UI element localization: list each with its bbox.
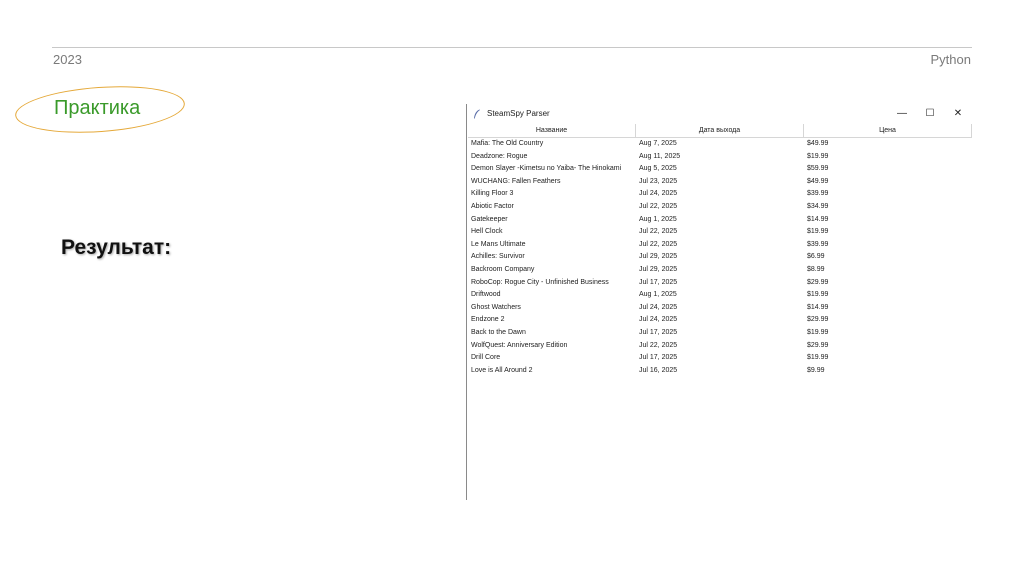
game-name-cell: Endzone 2 bbox=[471, 316, 505, 324]
window-titlebar[interactable]: SteamSpy Parser — ☐ ✕ bbox=[467, 104, 972, 123]
release-date-cell: Jul 22, 2025 bbox=[639, 341, 678, 349]
release-date-cell: Aug 1, 2025 bbox=[639, 291, 677, 299]
table-row[interactable]: Achilles: Survivor Jul 29, 2025 $6.99 bbox=[468, 251, 972, 264]
table-body: Mafia: The Old Country Aug 7, 2025 $49.99 D… bbox=[468, 138, 972, 377]
feather-icon bbox=[474, 109, 480, 118]
slide-topic: Python bbox=[930, 52, 971, 67]
table-row[interactable]: Endzone 2 Jul 24, 2025 $29.99 bbox=[468, 314, 972, 327]
price-cell: $8.99 bbox=[807, 265, 825, 273]
price-cell: $14.99 bbox=[807, 215, 829, 223]
game-name-cell: Drill Core bbox=[471, 354, 501, 362]
release-date-cell: Jul 29, 2025 bbox=[639, 253, 678, 261]
release-date-cell: Aug 1, 2025 bbox=[639, 215, 677, 223]
table-row[interactable]: Back to the Dawn Jul 17, 2025 $19.99 bbox=[468, 327, 972, 340]
release-date-cell: Jul 29, 2025 bbox=[639, 265, 678, 273]
game-name-cell: WolfQuest: Anniversary Edition bbox=[471, 341, 568, 349]
table-row[interactable]: Deadzone: Rogue Aug 11, 2025 $19.99 bbox=[468, 151, 972, 164]
game-name-cell: RoboCop: Rogue City - Unfinished Busines… bbox=[471, 278, 609, 286]
table-row[interactable]: Killing Floor 3 Jul 24, 2025 $39.99 bbox=[468, 188, 972, 201]
price-cell: $29.99 bbox=[807, 341, 829, 349]
price-cell: $39.99 bbox=[807, 240, 829, 248]
price-cell: $29.99 bbox=[807, 316, 829, 324]
price-cell: $19.99 bbox=[807, 354, 829, 362]
price-cell: $49.99 bbox=[807, 177, 829, 185]
game-name-cell: Demon Slayer -Kimetsu no Yaiba- The Hino… bbox=[471, 165, 622, 173]
table-row[interactable]: Gatekeeper Aug 1, 2025 $14.99 bbox=[468, 214, 972, 227]
result-heading: Результат: bbox=[61, 236, 172, 259]
game-name-cell: Achilles: Survivor bbox=[471, 253, 525, 261]
table-row[interactable]: Demon Slayer -Kimetsu no Yaiba- The Hino… bbox=[468, 163, 972, 176]
table-row[interactable]: WolfQuest: Anniversary Edition Jul 22, 20… bbox=[468, 340, 972, 353]
game-name-cell: Backroom Company bbox=[471, 265, 535, 273]
table-row[interactable]: Le Mans Ultimate Jul 22, 2025 $39.99 bbox=[468, 239, 972, 252]
release-date-cell: Jul 16, 2025 bbox=[639, 366, 678, 374]
price-cell: $14.99 bbox=[807, 303, 829, 311]
column-header-price[interactable]: Цена bbox=[804, 124, 972, 137]
price-cell: $49.99 bbox=[807, 140, 829, 147]
game-name-cell: Driftwood bbox=[471, 291, 501, 299]
release-date-cell: Aug 7, 2025 bbox=[639, 140, 677, 147]
release-date-cell: Jul 17, 2025 bbox=[639, 328, 678, 336]
table-row[interactable]: Drill Core Jul 17, 2025 $19.99 bbox=[468, 352, 972, 365]
game-name-cell: Le Mans Ultimate bbox=[471, 240, 526, 248]
header-divider bbox=[52, 47, 972, 48]
release-date-cell: Aug 11, 2025 bbox=[639, 152, 681, 160]
release-date-cell: Jul 24, 2025 bbox=[639, 316, 678, 324]
table-row[interactable]: Abiotic Factor Jul 22, 2025 $34.99 bbox=[468, 201, 972, 214]
table-row[interactable]: Driftwood Aug 1, 2025 $19.99 bbox=[468, 289, 972, 302]
app-window: SteamSpy Parser — ☐ ✕ Название Дата выхо… bbox=[466, 104, 972, 500]
price-cell: $9.99 bbox=[807, 366, 825, 374]
table-row[interactable]: Backroom Company Jul 29, 2025 $8.99 bbox=[468, 264, 972, 277]
release-date-cell: Jul 17, 2025 bbox=[639, 354, 678, 362]
table-row[interactable]: Hell Clock Jul 22, 2025 $19.99 bbox=[468, 226, 972, 239]
price-cell: $59.99 bbox=[807, 165, 829, 173]
release-date-cell: Jul 24, 2025 bbox=[639, 190, 678, 198]
game-name-cell: Abiotic Factor bbox=[471, 202, 514, 210]
practice-heading: Практика bbox=[54, 97, 141, 119]
maximize-button[interactable]: ☐ bbox=[916, 104, 944, 123]
games-table[interactable]: Название Дата выхода Цена Mafia: The Old… bbox=[468, 124, 972, 500]
price-cell: $6.99 bbox=[807, 253, 825, 261]
price-cell: $29.99 bbox=[807, 278, 829, 286]
game-name-cell: Ghost Watchers bbox=[471, 303, 521, 311]
release-date-cell: Jul 22, 2025 bbox=[639, 202, 678, 210]
game-name-cell: Love is All Around 2 bbox=[471, 366, 533, 374]
table-row[interactable]: WUCHANG: Fallen Feathers Jul 23, 2025 $49.… bbox=[468, 176, 972, 189]
release-date-cell: Aug 5, 2025 bbox=[639, 165, 677, 173]
release-date-cell: Jul 24, 2025 bbox=[639, 303, 678, 311]
game-name-cell: Killing Floor 3 bbox=[471, 190, 514, 198]
table-header: Название Дата выхода Цена bbox=[468, 124, 972, 138]
price-cell: $19.99 bbox=[807, 228, 829, 236]
game-name-cell: Hell Clock bbox=[471, 228, 503, 236]
release-date-cell: Jul 23, 2025 bbox=[639, 177, 678, 185]
table-row[interactable]: RoboCop: Rogue City - Unfinished Busines… bbox=[468, 277, 972, 290]
table-row[interactable]: Love is All Around 2 Jul 16, 2025 $9.99 bbox=[468, 365, 972, 378]
window-controls: — ☐ ✕ bbox=[888, 104, 972, 123]
window-title: SteamSpy Parser bbox=[487, 109, 550, 118]
column-header-release-date[interactable]: Дата выхода bbox=[636, 124, 804, 137]
table-row[interactable]: Ghost Watchers Jul 24, 2025 $14.99 bbox=[468, 302, 972, 315]
price-cell: $19.99 bbox=[807, 152, 829, 160]
column-header-name[interactable]: Название bbox=[468, 124, 636, 137]
price-cell: $34.99 bbox=[807, 202, 829, 210]
game-name-cell: Mafia: The Old Country bbox=[471, 140, 544, 147]
minimize-button[interactable]: — bbox=[888, 104, 916, 123]
release-date-cell: Jul 22, 2025 bbox=[639, 240, 678, 248]
game-name-cell: Gatekeeper bbox=[471, 215, 508, 223]
price-cell: $19.99 bbox=[807, 328, 829, 336]
close-button[interactable]: ✕ bbox=[944, 104, 972, 123]
game-name-cell: WUCHANG: Fallen Feathers bbox=[471, 177, 561, 185]
slide-year: 2023 bbox=[53, 52, 82, 67]
price-cell: $39.99 bbox=[807, 190, 829, 198]
game-name-cell: Deadzone: Rogue bbox=[471, 152, 528, 160]
table-row[interactable]: Mafia: The Old Country Aug 7, 2025 $49.99 bbox=[468, 138, 972, 151]
price-cell: $19.99 bbox=[807, 291, 829, 299]
release-date-cell: Jul 22, 2025 bbox=[639, 228, 678, 236]
game-name-cell: Back to the Dawn bbox=[471, 328, 526, 336]
release-date-cell: Jul 17, 2025 bbox=[639, 278, 678, 286]
